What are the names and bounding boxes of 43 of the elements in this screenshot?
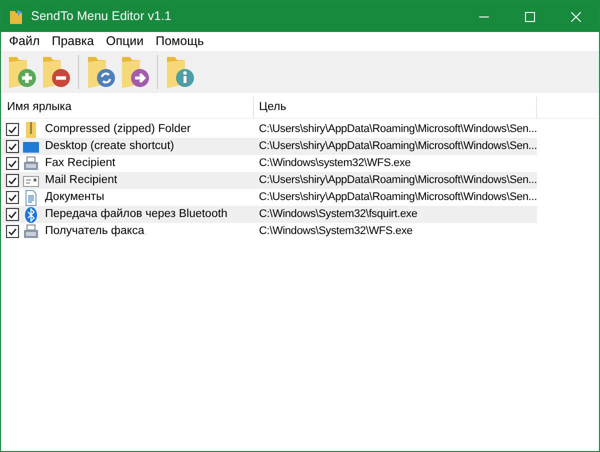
checkbox[interactable] bbox=[6, 157, 19, 170]
table-row[interactable]: Получатель факса C:\Windows\System32\WFS.exe bbox=[2, 223, 537, 240]
zipper-folder-icon bbox=[23, 122, 39, 138]
checkbox[interactable] bbox=[6, 123, 19, 136]
checkbox[interactable] bbox=[6, 225, 19, 238]
column-header[interactable]: Имя ярлыка bbox=[2, 97, 254, 118]
table-cell-text: C:\Users\shiry\AppData\Roaming\Microsoft\Windows\Sen... bbox=[258, 190, 537, 206]
menu-item[interactable]: Опции bbox=[100, 32, 150, 51]
menu-item[interactable]: Файл bbox=[3, 32, 46, 51]
document-icon bbox=[23, 190, 39, 206]
close-icon bbox=[571, 12, 581, 22]
table-cell-text: Документы bbox=[45, 190, 104, 205]
table-row[interactable]: Документы C:\Users\shiry\AppData\Roaming\Microsoft\Windows\Sen... bbox=[2, 189, 537, 206]
table-row[interactable]: Compressed (zipped) Folder C:\Users\shiry\AppData\Roaming\Microsoft\Windows\Sen... bbox=[2, 121, 537, 138]
checkbox[interactable] bbox=[6, 208, 19, 221]
table-cell-text: Передача файлов через Bluetooth bbox=[45, 206, 228, 222]
table-row[interactable]: Mail Recipient C:\Users\shiry\AppData\Roaming\Microsoft\Windows\Sen... bbox=[2, 172, 537, 189]
app-icon bbox=[9, 8, 23, 24]
column-header[interactable]: Цель bbox=[254, 97, 537, 118]
fax-icon bbox=[23, 156, 39, 172]
checkbox[interactable] bbox=[6, 174, 19, 187]
table-cell-text: Fax Recipient bbox=[45, 156, 116, 171]
table-cell-text: C:\Users\shiry\AppData\Roaming\Microsoft\Windows\Sen... bbox=[258, 173, 537, 188]
table-row[interactable]: Передача файлов через Bluetooth C:\Windows\System32\fsquirt.exe bbox=[2, 206, 537, 223]
table-cell-text: Compressed (zipped) Folder bbox=[45, 122, 191, 137]
menu-item[interactable]: Помощь bbox=[150, 32, 210, 51]
checkbox[interactable] bbox=[6, 191, 19, 204]
maximize-icon bbox=[525, 12, 535, 22]
bluetooth-icon bbox=[23, 206, 39, 222]
checkbox[interactable] bbox=[6, 140, 19, 153]
table-row[interactable]: Desktop (create shortcut) C:\Users\shiry\AppData\Roaming\Microsoft\Windows\Sen... bbox=[2, 138, 537, 155]
table-row[interactable]: Fax Recipient C:\Windows\system32\WFS.exe bbox=[2, 155, 537, 172]
menu-item[interactable]: Правка bbox=[46, 32, 100, 51]
table-cell-text: C:\Windows\System32\WFS.exe bbox=[258, 224, 413, 240]
table-cell-text: Desktop (create shortcut) bbox=[45, 138, 174, 154]
fax-icon bbox=[23, 224, 39, 240]
table-cell-text: C:\Windows\system32\WFS.exe bbox=[258, 156, 411, 172]
table-cell-text: C:\Users\shiry\AppData\Roaming\Microsoft\Windows\Sen... bbox=[258, 139, 537, 154]
table-cell-text: C:\Windows\System32\fsquirt.exe bbox=[258, 207, 418, 222]
table-cell-text: Получатель факса bbox=[45, 224, 144, 239]
table-cell-text: Mail Recipient bbox=[45, 172, 118, 188]
table-cell-text: C:\Users\shiry\AppData\Roaming\Microsoft\Windows\Sen... bbox=[258, 122, 537, 138]
window-title: SendTo Menu Editor v1.1 bbox=[31, 8, 172, 26]
